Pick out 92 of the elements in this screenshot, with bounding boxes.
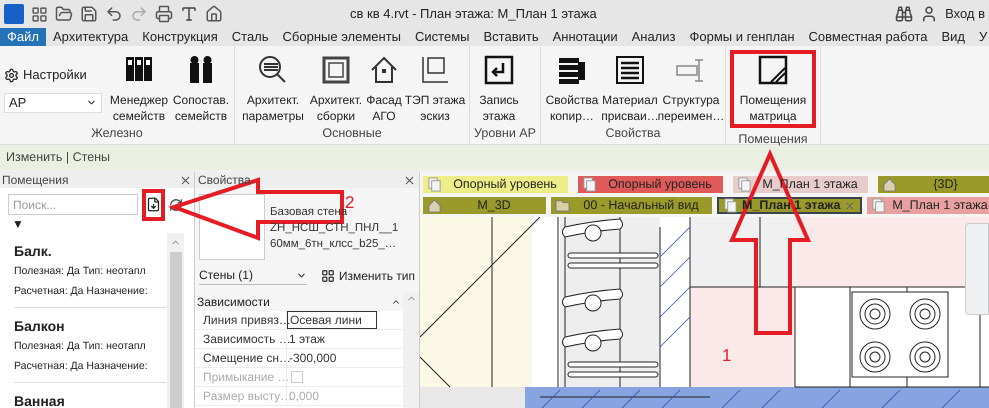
text-icon[interactable] [180, 5, 198, 23]
panel-title: Основные [321, 125, 383, 142]
discipline-select[interactable]: АР [4, 92, 102, 113]
ribbon-button[interactable]: Запись этажа [474, 54, 524, 124]
settings-icon [4, 68, 19, 82]
property-label: Зависимость … [195, 330, 287, 348]
refresh-icon[interactable] [169, 198, 183, 212]
type-preview [199, 194, 265, 260]
menu-tab[interactable]: Конструкция [135, 28, 225, 46]
plan-view-icon [737, 177, 752, 192]
binoculars-icon[interactable] [895, 5, 914, 23]
callout-number: 2 [345, 192, 354, 212]
panel-title: Железно [90, 125, 144, 142]
room-detail: Полезная: Да Тип: неотапл [14, 339, 147, 354]
room-detail: Расчетная: Да Назначение: [14, 284, 149, 299]
menu-tab[interactable]: Вставить [476, 28, 546, 46]
settings-button[interactable]: Настройки [4, 65, 102, 85]
ribbon-button[interactable]: Свойства копир… [544, 54, 599, 124]
menu-tab[interactable]: Системы [408, 28, 476, 46]
ribbon-button[interactable]: Структура переимен… [660, 54, 721, 124]
ribbon-button[interactable]: Архитект. параметры [239, 54, 307, 124]
ribbon-button[interactable]: Сопостав. семейств [172, 54, 230, 124]
home-icon[interactable] [205, 5, 223, 23]
view-tab[interactable]: {3D} [878, 176, 989, 193]
panel-title: Свойства [198, 172, 251, 189]
menu-tab[interactable]: У [972, 28, 989, 46]
panel-title: Помещения [2, 172, 68, 189]
plan-view-icon [427, 177, 442, 192]
edit-type-button[interactable]: Изменить тип [320, 266, 415, 284]
view-tab[interactable]: 00 - Начальный вид [551, 197, 712, 214]
menu-tab[interactable]: Сборные элементы [276, 28, 408, 46]
menu-tab[interactable]: Анализ [624, 28, 682, 46]
level-icon [483, 54, 515, 86]
menu-tab[interactable]: Аннотации [546, 28, 625, 46]
save-icon[interactable] [80, 5, 98, 23]
collapse-toggle[interactable]: ▼ [12, 215, 24, 233]
menu-tab[interactable]: Архитектура [46, 28, 136, 46]
house-icon [882, 177, 897, 192]
category-select[interactable]: Стены (1) [199, 266, 307, 285]
ribbon-button[interactable]: Фасад АГО [365, 54, 403, 124]
frame-icon [320, 54, 352, 86]
context-label: Изменить | Стены [6, 149, 110, 166]
view-tab[interactable]: М_План 1 этажа [867, 197, 989, 214]
sign-in-link[interactable]: Вход в [945, 4, 985, 24]
printer-icon[interactable] [155, 5, 173, 23]
close-icon[interactable] [403, 174, 416, 186]
ribbon-button[interactable]: Помещения матрица [734, 54, 811, 124]
room-name[interactable]: Ванная [14, 391, 166, 408]
room-name[interactable]: Балк. [14, 241, 166, 261]
plan-view-icon [871, 198, 886, 213]
property-value[interactable]: 1 этаж [287, 330, 325, 348]
type-name[interactable]: ZH_НСШ_СТН_ПНЛ__1 [270, 220, 415, 236]
view-tab[interactable]: Опорный уровень [578, 176, 723, 193]
room-detail: Расчетная: Да Назначение: [14, 359, 149, 374]
menu-tab[interactable]: Формы и генплан [682, 28, 802, 46]
undo-icon[interactable] [105, 5, 123, 23]
panel-title: Уровни АР [474, 125, 536, 142]
room-icon [756, 54, 789, 86]
plan-view-icon [723, 198, 738, 213]
property-input[interactable]: Осевая лини [287, 311, 377, 329]
export-icon[interactable] [146, 197, 161, 212]
menu-tab[interactable]: Совместная работа [802, 28, 934, 46]
callout-number: 1 [722, 345, 732, 367]
ribbon-button[interactable]: ТЭП этажа эскиз [405, 54, 465, 124]
menu-tab[interactable]: Файл [0, 28, 46, 46]
ribbon-button[interactable]: Менеджер семейств [108, 54, 170, 124]
scrollbar[interactable] [403, 293, 419, 408]
edit-type-icon [320, 268, 335, 282]
close-icon[interactable] [179, 174, 192, 186]
search-field[interactable]: Поиск... [8, 194, 138, 215]
property-label: Смещение сн… [195, 349, 287, 367]
view-tab[interactable]: Опорный уровень [423, 176, 568, 193]
sheet-icon [555, 198, 570, 213]
room-name[interactable]: Балкон [14, 316, 166, 336]
window-title: св кв 4.rvt - План этажа: М_План 1 этажа [350, 5, 597, 24]
house-icon [427, 198, 442, 213]
list-icon [614, 54, 646, 86]
type-name[interactable]: 60мм_6тн_клсс_b25_… [270, 236, 415, 252]
room-detail: Полезная: Да Тип: неотапл [14, 264, 147, 279]
property-value[interactable]: -300,000 [287, 349, 336, 367]
folder-icon[interactable] [55, 5, 73, 23]
view-tab[interactable]: М_3D [423, 197, 546, 214]
property-label: Примыкание … [195, 368, 287, 386]
ribbon-button[interactable]: Архитект. сборки [309, 54, 363, 124]
grid-icon[interactable] [31, 6, 48, 22]
menu-tab[interactable]: Вид [934, 28, 972, 46]
scrollbar[interactable] [167, 233, 184, 408]
panel-title: Помещения [737, 131, 809, 148]
menu-tab[interactable]: Сталь [224, 28, 276, 46]
panel-title: Свойства [604, 125, 662, 142]
plan-view-icon [582, 177, 597, 192]
ribbon-button[interactable]: Материал присваи… [600, 54, 659, 124]
